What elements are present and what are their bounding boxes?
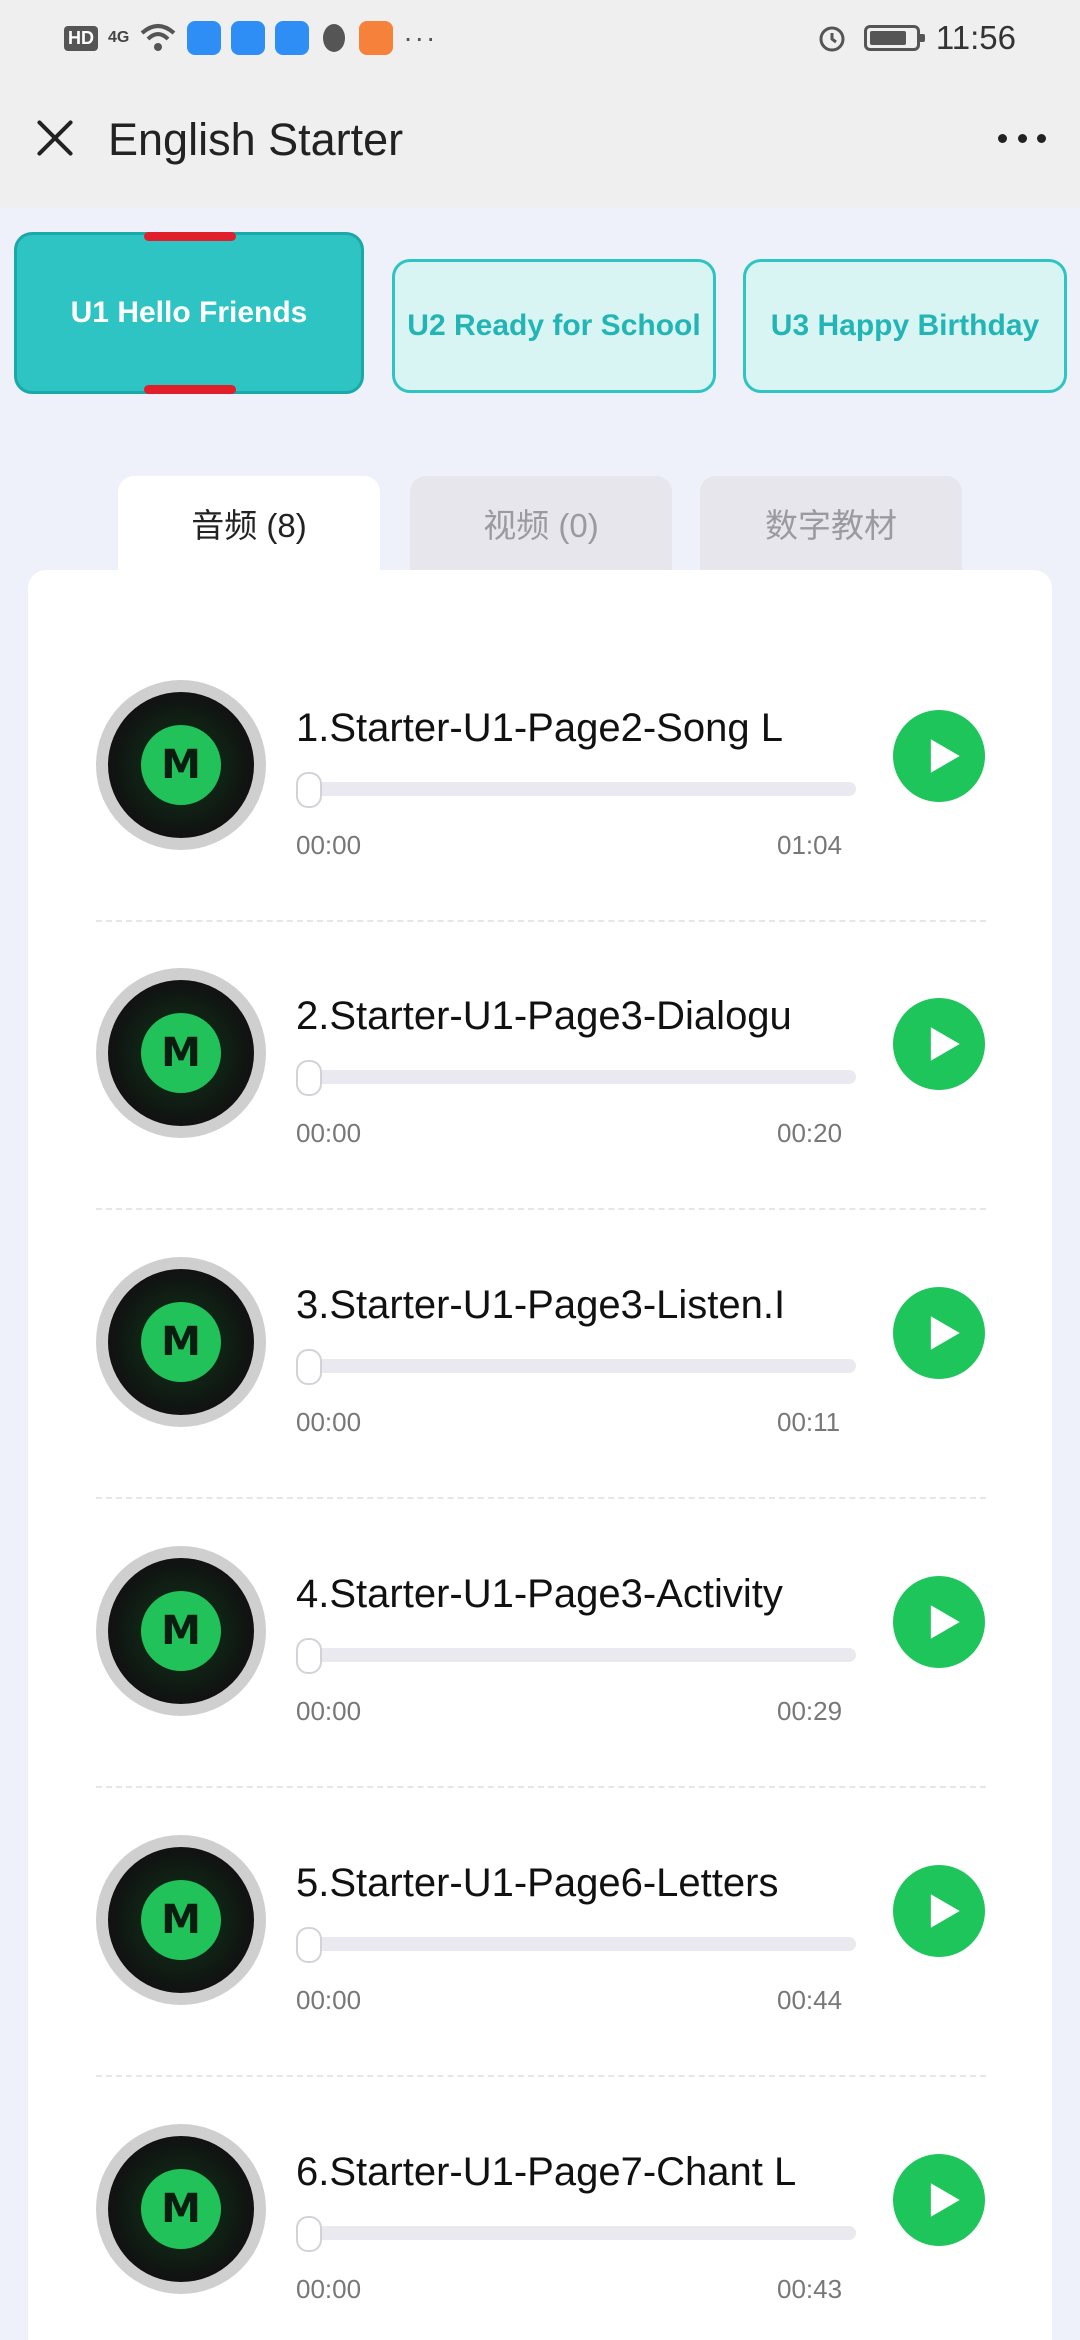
- track-duration: 00:43: [777, 2274, 843, 2304]
- elapsed-time: 00:00: [296, 2274, 362, 2304]
- audio-track-row: M 2.Starter-U1-Page3-Dialogu 00:00 00:20: [96, 922, 986, 1210]
- tab-video-label: 视频 (0): [483, 507, 599, 544]
- music-disc-icon: M: [96, 1257, 266, 1427]
- tab-digital-textbook[interactable]: 数字教材: [700, 476, 962, 570]
- unit-tab-label: U2 Ready for School: [407, 309, 701, 342]
- play-button[interactable]: [893, 2154, 985, 2246]
- progress-handle[interactable]: [296, 1927, 322, 1963]
- app-header: English Starter: [0, 78, 1080, 208]
- play-button[interactable]: [893, 1865, 985, 1957]
- track-title: 2.Starter-U1-Page3-Dialogu: [296, 994, 792, 1038]
- progress-handle[interactable]: [296, 1638, 322, 1674]
- music-disc-icon: M: [96, 1546, 266, 1716]
- track-duration: 01:04: [777, 830, 843, 860]
- track-title: 5.Starter-U1-Page6-Letters: [296, 1861, 779, 1905]
- play-button[interactable]: [893, 1576, 985, 1668]
- close-icon[interactable]: [30, 112, 80, 162]
- track-title: 3.Starter-U1-Page3-Listen.I: [296, 1283, 786, 1327]
- play-icon: [930, 1316, 960, 1350]
- video-app-icon: [359, 21, 394, 55]
- wifi-icon: [139, 23, 177, 53]
- alarm-icon: [816, 22, 848, 54]
- play-icon: [930, 1027, 960, 1061]
- track-duration: 00:29: [777, 1696, 843, 1726]
- app-notification-icon: [275, 21, 310, 55]
- active-marker-top: [144, 232, 236, 241]
- track-duration: 00:11: [777, 1407, 841, 1437]
- audio-track-row: M 3.Starter-U1-Page3-Listen.I 00:00 00:1…: [96, 1211, 986, 1499]
- status-time: 11:56: [935, 19, 1016, 56]
- elapsed-time: 00:00: [296, 1118, 362, 1148]
- progress-handle[interactable]: [296, 1060, 322, 1096]
- app-notification-icon: [187, 21, 222, 55]
- elapsed-time: 00:00: [296, 1407, 362, 1437]
- cellular-signal-icon: 4G: [108, 29, 130, 46]
- audio-track-row: M 4.Starter-U1-Page3-Activity 00:00 00:2…: [96, 1500, 986, 1788]
- play-icon: [930, 2183, 960, 2217]
- tab-video[interactable]: 视频 (0): [410, 476, 672, 570]
- app-notification-icon: [231, 21, 266, 55]
- audio-track-row: M 6.Starter-U1-Page7-Chant L 00:00 00:43: [96, 2078, 986, 2340]
- more-options-icon[interactable]: [992, 128, 1052, 148]
- elapsed-time: 00:00: [296, 1696, 362, 1726]
- play-button[interactable]: [893, 710, 985, 802]
- play-icon: [930, 1894, 960, 1928]
- music-disc-icon: M: [96, 680, 266, 850]
- music-disc-icon: M: [96, 968, 266, 1138]
- music-disc-icon: M: [96, 1835, 266, 2005]
- audio-track-row: M 1.Starter-U1-Page2-Song L 00:00 01:04: [96, 634, 986, 922]
- track-title: 6.Starter-U1-Page7-Chant L: [296, 2150, 797, 2194]
- status-icons-right: 11:56: [816, 18, 1016, 58]
- unit-tab-u2[interactable]: U2 Ready for School: [392, 259, 716, 393]
- track-duration: 00:20: [777, 1118, 843, 1148]
- progress-track[interactable]: [296, 1937, 856, 1951]
- tab-digital-textbook-label: 数字教材: [765, 507, 897, 544]
- unit-tab-u1[interactable]: U1 Hello Friends: [14, 232, 364, 394]
- page-title: English Starter: [108, 114, 404, 165]
- progress-track[interactable]: [296, 782, 856, 796]
- tab-audio[interactable]: 音频 (8): [118, 476, 380, 570]
- battery-icon: [863, 25, 925, 51]
- unit-tab-label: U1 Hello Friends: [70, 296, 308, 329]
- track-title: 1.Starter-U1-Page2-Song L: [296, 706, 783, 750]
- progress-track[interactable]: [296, 1070, 856, 1084]
- progress-track[interactable]: [296, 2226, 856, 2240]
- track-duration: 00:44: [777, 1985, 843, 2015]
- elapsed-time: 00:00: [296, 1985, 362, 2015]
- qq-penguin-icon: [319, 21, 349, 55]
- unit-tab-u3[interactable]: U3 Happy Birthday: [743, 259, 1067, 393]
- progress-handle[interactable]: [296, 2216, 322, 2252]
- status-icons-left: HD 4G ···: [64, 18, 437, 58]
- unit-tab-label: U3 Happy Birthday: [770, 309, 1040, 342]
- tab-audio-label: 音频 (8): [191, 507, 307, 544]
- elapsed-time: 00:00: [296, 830, 362, 860]
- progress-track[interactable]: [296, 1359, 856, 1373]
- audio-track-row: M 5.Starter-U1-Page6-Letters 00:00 00:44: [96, 1789, 986, 2077]
- play-button[interactable]: [893, 1287, 985, 1379]
- play-icon: [930, 739, 960, 773]
- active-marker-bottom: [144, 385, 236, 394]
- track-title: 4.Starter-U1-Page3-Activity: [296, 1572, 783, 1616]
- progress-track[interactable]: [296, 1648, 856, 1662]
- more-notifications-icon: ···: [403, 22, 438, 53]
- play-button[interactable]: [893, 998, 985, 1090]
- progress-handle[interactable]: [296, 772, 322, 808]
- status-bar: HD 4G ··· 11:56: [0, 0, 1080, 78]
- music-disc-icon: M: [96, 2124, 266, 2294]
- progress-handle[interactable]: [296, 1349, 322, 1385]
- hd-icon: HD: [64, 25, 98, 51]
- play-icon: [930, 1605, 960, 1639]
